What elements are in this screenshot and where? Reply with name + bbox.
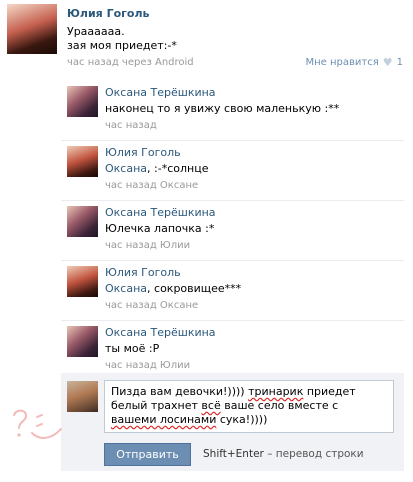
comment-avatar[interactable] [67,326,98,357]
comment-text-body: , сокровищее*** [147,282,242,295]
mention-link[interactable]: Оксана [105,282,147,295]
comment-item: Оксана Терёшкина наконец то я увижу свою… [61,81,404,140]
doodle-drawing [13,409,62,439]
newline-hint: Shift+Enter – перевод строки [203,448,364,460]
comment-input[interactable]: Пизда вам девочки!)))) тринарик приедет … [104,380,394,433]
current-user-avatar [67,381,98,412]
comment-item: Оксана Терёшкина Юлечка лапочка :* час н… [61,200,404,260]
like-count: 1 [396,57,403,68]
post-author-link[interactable]: Юлия Гоголь [67,7,149,20]
comment-avatar[interactable] [67,86,98,117]
comment-meta[interactable]: час назад Юлии [105,360,190,371]
comment-meta[interactable]: час назад Оксане [105,300,198,311]
comment-item: Юлия Гоголь Оксана, :-*солнце час назад … [61,140,404,200]
comment-text: наконец то я увижу свою маленькую :** [105,102,339,115]
comment-author-link[interactable]: Оксана Терёшкина [105,206,216,219]
comment-item: Юлия Гоголь Оксана, сокровищее*** час на… [61,260,404,320]
comment-text-body: , :-*солнце [147,162,209,175]
comment-text: Юлечка лапочка :* [105,222,214,235]
comment-author-link[interactable]: Юлия Гоголь [105,146,181,159]
like-button[interactable]: Мне нравится ♥ 1 [306,56,404,69]
mention-link[interactable]: Оксана [105,162,147,175]
comment-text-body: Юлечка лапочка :* [105,222,215,235]
comment-author-link[interactable]: Оксана Терёшкина [105,326,216,339]
comments-list: Оксана Терёшкина наконец то я увижу свою… [61,81,404,380]
comment-meta[interactable]: час назад Юлии [105,240,190,251]
reply-text-misspelled: вашеми лосинами [111,413,217,426]
reply-text-part: сука!)))) [216,413,268,426]
comment-meta[interactable]: час назад Оксане [105,180,198,191]
wall-post: Юлия Гоголь Ураааааа. зая моя приедет:-*… [0,0,413,75]
reply-text-misspelled: всё [201,399,221,412]
comment-item: Оксана Терёшкина ты моё :P час назад Юли… [61,320,404,380]
post-meta[interactable]: час назад через Android [67,57,194,68]
hint-text: – перевод строки [263,448,364,460]
like-label: Мне нравится [305,57,379,68]
reply-text-part: ваше село вместе с [220,399,339,412]
author-avatar[interactable] [7,4,57,54]
comment-author-link[interactable]: Оксана Терёшкина [105,86,216,99]
comment-avatar[interactable] [67,146,98,177]
comment-author-link[interactable]: Юлия Гоголь [105,266,181,279]
comment-text: Оксана, сокровищее*** [105,282,241,295]
reply-text-part: Пизда вам девочки!)))) [111,385,249,398]
send-button[interactable]: Отправить [104,443,191,466]
comment-avatar[interactable] [67,206,98,237]
post-text: Ураааааа. зая моя приедет:-* [67,25,177,52]
comment-text-body: ты моё :P [105,342,160,355]
comment-avatar[interactable] [67,266,98,297]
hint-keys: Shift+Enter [203,448,264,460]
comment-text: ты моё :P [105,342,159,355]
heart-icon: ♥ [382,56,393,69]
reply-box: Пизда вам девочки!)))) тринарик приедет … [61,373,404,471]
comment-text: Оксана, :-*солнце [105,162,208,175]
comment-text-body: наконец то я увижу свою маленькую :** [105,102,340,115]
reply-text-misspelled: тринарик [248,385,304,398]
comment-meta[interactable]: час назад [105,120,157,131]
